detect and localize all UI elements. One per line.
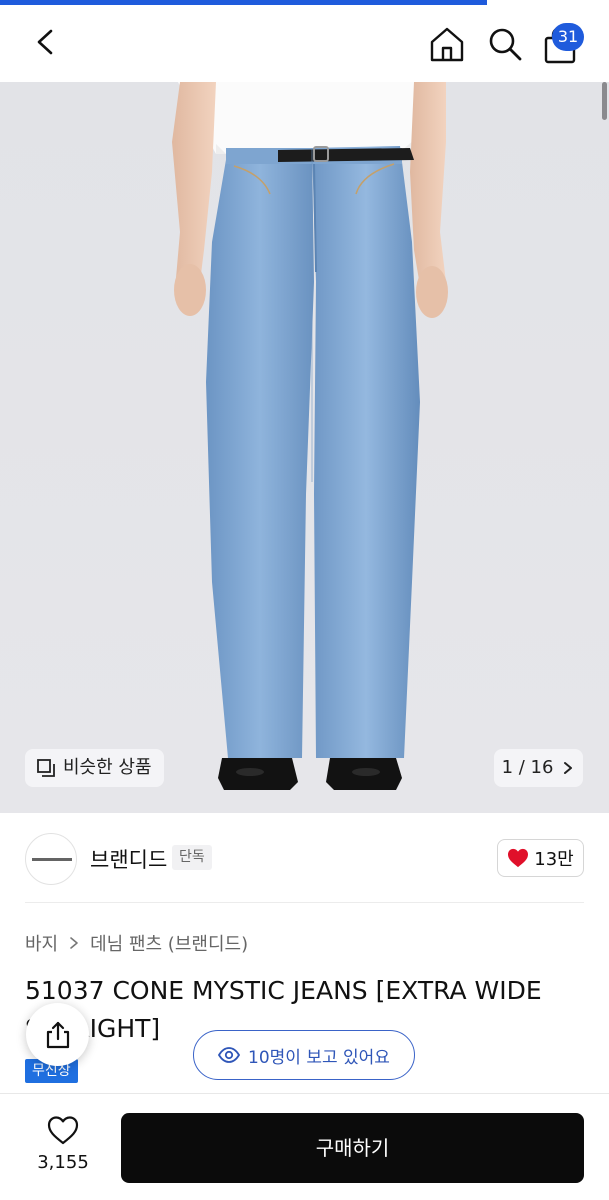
brand-like-button[interactable]: 13만 <box>497 839 584 877</box>
search-icon[interactable] <box>486 25 524 63</box>
brand-logo-mark <box>32 858 72 861</box>
breadcrumb-subcategory[interactable]: 데님 팬츠 (브랜디드) <box>90 930 248 956</box>
share-button[interactable] <box>26 1003 89 1066</box>
top-navigation-bar: 31 <box>0 5 609 82</box>
similar-items-icon <box>37 759 55 777</box>
breadcrumb: 바지 데님 팬츠 (브랜디드) <box>25 930 248 956</box>
cart-count-badge: 31 <box>552 23 584 51</box>
back-arrow-icon[interactable] <box>30 25 60 59</box>
similar-items-button[interactable]: 비슷한 상품 <box>25 749 164 787</box>
exclusive-tag: 단독 <box>172 845 212 870</box>
chevron-right-icon <box>564 762 573 774</box>
home-icon[interactable] <box>428 25 466 63</box>
brand-name[interactable]: 브랜디드 <box>90 844 167 874</box>
brand-like-count: 13만 <box>534 849 574 870</box>
chevron-right-icon <box>70 937 78 949</box>
buy-button[interactable]: 구매하기 <box>121 1113 584 1183</box>
heart-outline-icon <box>47 1116 79 1145</box>
wishlist-count: 3,155 <box>37 1152 89 1173</box>
page-indicator-text: 1 / 16 <box>501 757 554 778</box>
product-photo-jeans <box>0 82 609 813</box>
heart-filled-icon <box>508 848 529 868</box>
scroll-indicator[interactable] <box>602 82 607 120</box>
section-divider <box>25 902 584 903</box>
eye-icon <box>218 1047 241 1063</box>
brand-row: 브랜디드 단독 13만 <box>0 830 609 890</box>
viewers-count-pill: 10명이 보고 있어요 <box>193 1030 415 1080</box>
image-page-indicator[interactable]: 1 / 16 <box>494 749 583 787</box>
share-icon <box>46 1021 69 1048</box>
breadcrumb-category[interactable]: 바지 <box>25 930 58 956</box>
brand-logo[interactable] <box>25 833 77 885</box>
wishlist-button[interactable]: 3,155 <box>25 1114 101 1173</box>
similar-items-label: 비슷한 상품 <box>63 757 152 778</box>
product-image-gallery[interactable] <box>0 82 609 813</box>
viewers-count-text: 10명이 보고 있어요 <box>248 1047 390 1068</box>
bottom-action-bar: 3,155 구매하기 <box>0 1093 609 1200</box>
